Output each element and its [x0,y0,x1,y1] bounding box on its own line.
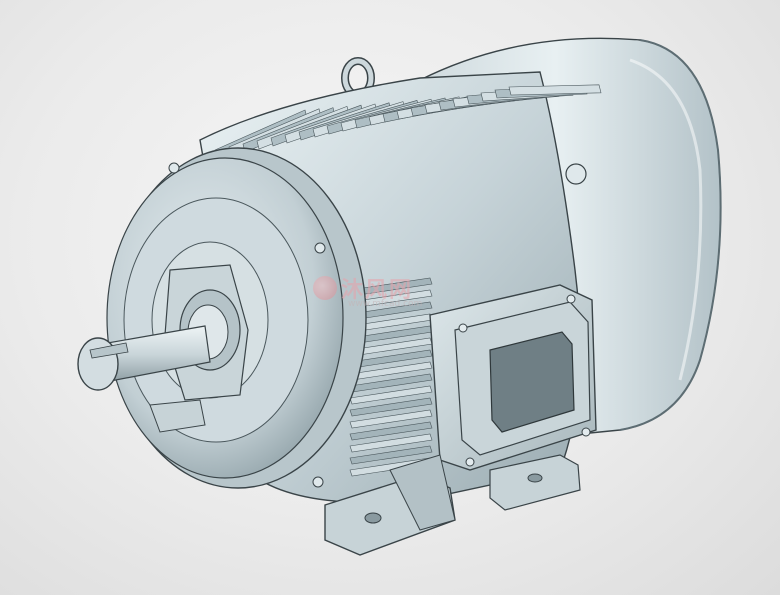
bolt-icon [565,163,587,185]
terminal-box [429,284,597,471]
bolt-icon [314,242,326,254]
front-end-shield [106,147,367,489]
screw-icon [458,323,468,333]
cad-viewport: 沐风网 www.mfcad.com [0,0,780,595]
motor-model [77,37,722,556]
screw-icon [465,457,475,467]
bolt-icon [312,476,324,488]
screw-icon [581,427,591,437]
screw-icon [566,294,576,304]
bolt-icon [168,162,180,174]
mount-hole-icon [364,512,382,524]
mount-hole-icon [527,473,543,483]
